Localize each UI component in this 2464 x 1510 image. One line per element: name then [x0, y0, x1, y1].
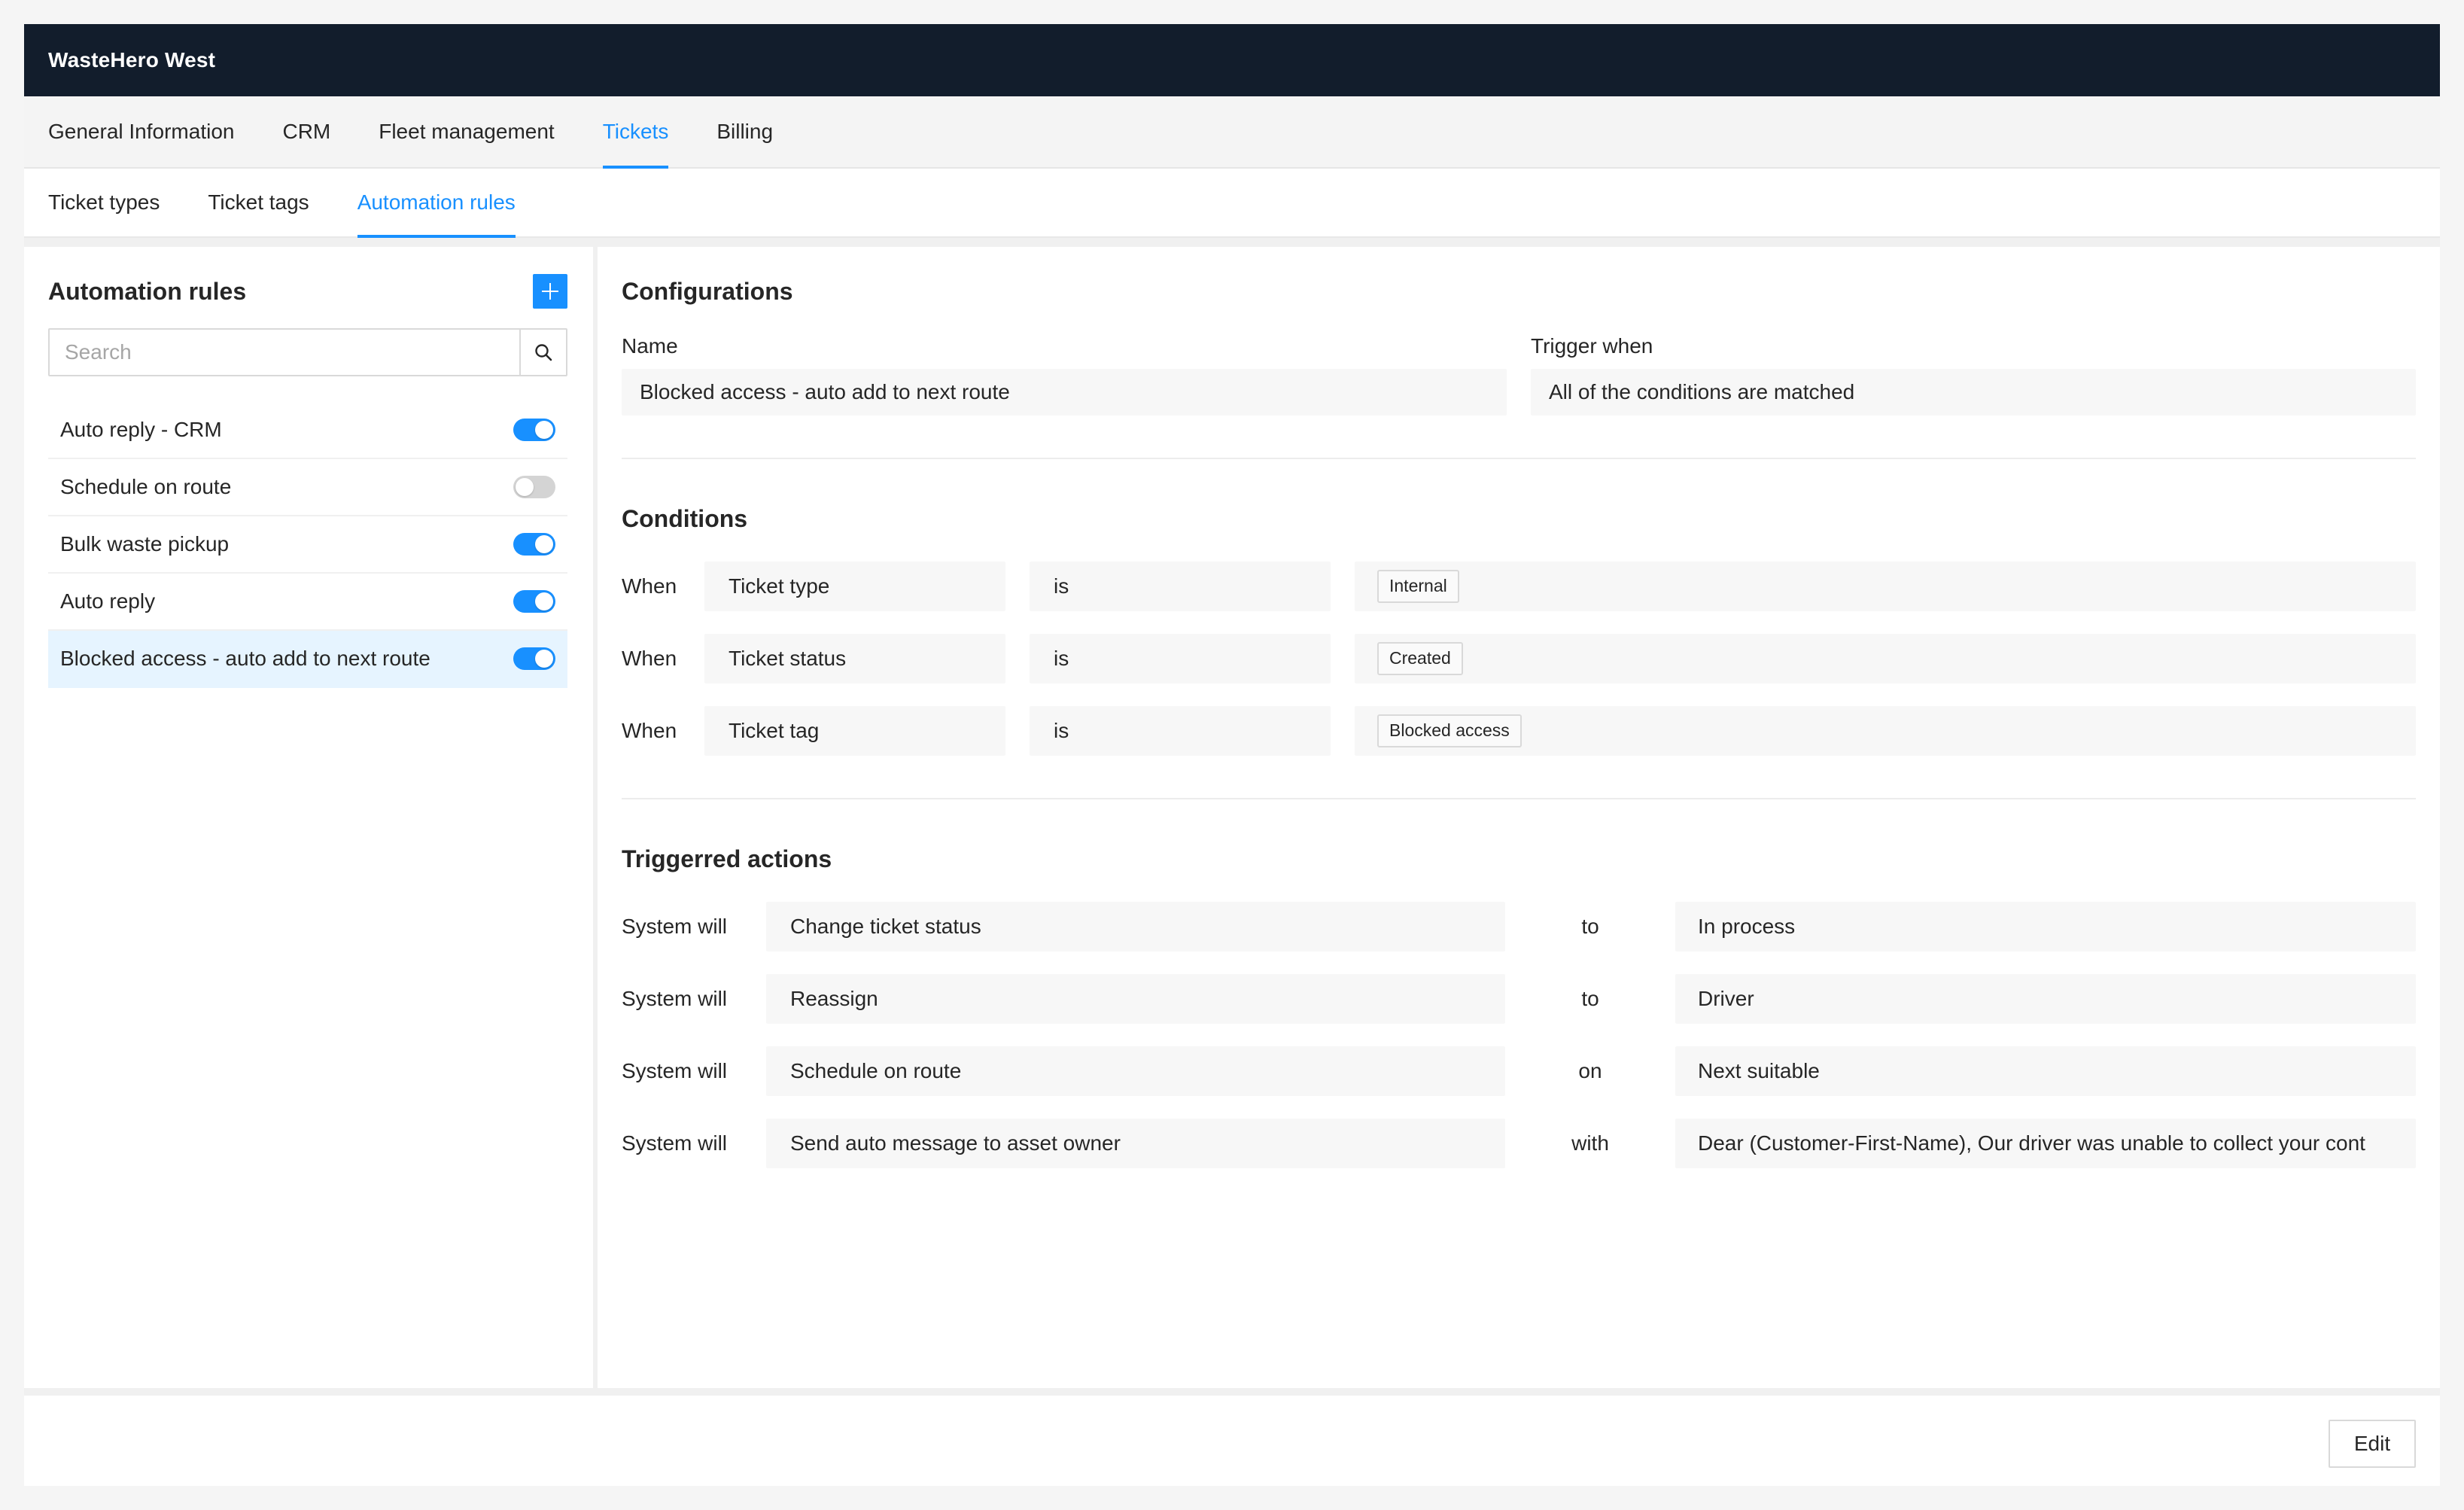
- condition-tag: Internal: [1377, 570, 1459, 603]
- sidebar-title: Automation rules: [48, 277, 247, 305]
- sidebar-header: Automation rules: [48, 271, 567, 312]
- tab-tickets[interactable]: Tickets: [602, 96, 668, 169]
- condition-when: When: [622, 719, 677, 742]
- rule-toggle[interactable]: [513, 419, 555, 441]
- toggle-knob: [516, 478, 534, 496]
- condition-tag: Created: [1377, 642, 1463, 675]
- action-field: Schedule on route: [766, 1046, 1505, 1096]
- toggle-knob: [535, 592, 553, 610]
- action-value: Driver: [1675, 974, 2416, 1024]
- conditions-section: Conditions When Ticket type is Internal …: [622, 498, 2416, 756]
- action-row: System will Change ticket status to In p…: [622, 902, 2416, 951]
- name-label: Name: [622, 334, 678, 358]
- trigger-label: Trigger when: [1531, 334, 1653, 358]
- action-value: Dear (Customer-First-Name), Our driver w…: [1675, 1119, 2416, 1168]
- condition-value: Internal: [1355, 562, 2416, 611]
- condition-field: Ticket type: [704, 562, 1005, 611]
- configurations-grid: Name Blocked access - auto add to next r…: [622, 334, 2416, 416]
- edit-button[interactable]: Edit: [2329, 1420, 2416, 1468]
- add-rule-button[interactable]: [533, 274, 567, 309]
- configurations-title: Configurations: [622, 277, 793, 305]
- footer-bar: Edit: [24, 1391, 2440, 1486]
- name-value: Blocked access - auto add to next route: [622, 369, 1507, 416]
- action-preposition: to: [1581, 987, 1599, 1010]
- sub-tabs: Ticket types Ticket tags Automation rule…: [24, 169, 2440, 238]
- tab-crm[interactable]: CRM: [282, 96, 330, 167]
- app-frame: WasteHero West General Information CRM F…: [24, 24, 2440, 1486]
- rule-toggle[interactable]: [513, 533, 555, 556]
- action-preposition: with: [1571, 1131, 1609, 1155]
- condition-row: When Ticket type is Internal: [622, 562, 2416, 611]
- plus-icon: [542, 283, 558, 300]
- action-row: System will Send auto message to asset o…: [622, 1119, 2416, 1168]
- action-label: System will: [622, 915, 728, 938]
- rule-label: Bulk waste pickup: [60, 532, 230, 556]
- actions-section: Triggerred actions System will Change ti…: [622, 839, 2416, 1168]
- condition-operator: is: [1030, 706, 1331, 756]
- name-field-group: Name Blocked access - auto add to next r…: [622, 334, 1507, 416]
- action-field: Send auto message to asset owner: [766, 1119, 1505, 1168]
- divider: [622, 798, 2416, 799]
- rules-sidebar: Automation rules Search Auto reply - CRM…: [24, 247, 598, 1388]
- condition-when: When: [622, 574, 677, 598]
- condition-operator: is: [1030, 562, 1331, 611]
- rule-list: Auto reply - CRM Schedule on route Bulk …: [48, 402, 567, 688]
- rule-toggle[interactable]: [513, 590, 555, 613]
- rule-label: Auto reply: [60, 589, 156, 613]
- tab-fleet-management[interactable]: Fleet management: [379, 96, 554, 167]
- rule-item-selected[interactable]: Blocked access - auto add to next route: [48, 631, 567, 688]
- rule-label: Auto reply - CRM: [60, 418, 222, 441]
- condition-field: Ticket status: [704, 634, 1005, 683]
- condition-operator: is: [1030, 634, 1331, 683]
- rule-label: Schedule on route: [60, 475, 232, 498]
- rule-item[interactable]: Auto reply: [48, 574, 567, 631]
- action-preposition: to: [1581, 915, 1599, 938]
- action-row: System will Schedule on route on Next su…: [622, 1046, 2416, 1096]
- condition-row: When Ticket status is Created: [622, 634, 2416, 683]
- action-label: System will: [622, 1059, 728, 1082]
- search-input[interactable]: [50, 330, 519, 375]
- rule-toggle[interactable]: [513, 476, 555, 498]
- search-box: [48, 328, 567, 376]
- action-value: Next suitable: [1675, 1046, 2416, 1096]
- top-bar: WasteHero West: [24, 24, 2440, 96]
- rule-item[interactable]: Bulk waste pickup: [48, 516, 567, 574]
- tab-billing[interactable]: Billing: [716, 96, 773, 167]
- app-title: WasteHero West: [48, 48, 216, 72]
- subtab-ticket-types[interactable]: Ticket types: [48, 169, 160, 236]
- tab-general-information[interactable]: General Information: [48, 96, 234, 167]
- condition-value: Blocked access: [1355, 706, 2416, 756]
- trigger-value: All of the conditions are matched: [1531, 369, 2416, 416]
- trigger-field-group: Trigger when All of the conditions are m…: [1531, 334, 2416, 416]
- conditions-title: Conditions: [622, 504, 748, 532]
- subtab-ticket-tags[interactable]: Ticket tags: [208, 169, 309, 236]
- toggle-knob: [535, 421, 553, 439]
- action-row: System will Reassign to Driver: [622, 974, 2416, 1024]
- toggle-knob: [535, 650, 553, 668]
- condition-row: When Ticket tag is Blocked access: [622, 706, 2416, 756]
- subtab-automation-rules[interactable]: Automation rules: [357, 169, 516, 238]
- action-label: System will: [622, 987, 728, 1010]
- main-tabs: General Information CRM Fleet management…: [24, 96, 2440, 169]
- rule-label: Blocked access - auto add to next route: [60, 647, 430, 670]
- content-area: Automation rules Search Auto reply - CRM…: [24, 247, 2440, 1391]
- rule-item[interactable]: Schedule on route: [48, 459, 567, 516]
- action-field: Reassign: [766, 974, 1505, 1024]
- rule-detail-panel: Configurations Name Blocked access - aut…: [598, 247, 2440, 1388]
- condition-field: Ticket tag: [704, 706, 1005, 756]
- condition-value: Created: [1355, 634, 2416, 683]
- action-preposition: on: [1578, 1059, 1602, 1082]
- rule-item[interactable]: Auto reply - CRM: [48, 402, 567, 459]
- action-label: System will: [622, 1131, 728, 1155]
- condition-tag: Blocked access: [1377, 714, 1522, 747]
- action-field: Change ticket status: [766, 902, 1505, 951]
- toggle-knob: [535, 535, 553, 553]
- search-icon: [535, 344, 552, 361]
- actions-title: Triggerred actions: [622, 845, 832, 872]
- divider: [622, 458, 2416, 459]
- action-value: In process: [1675, 902, 2416, 951]
- condition-when: When: [622, 647, 677, 670]
- search-button[interactable]: [519, 330, 566, 375]
- rule-toggle[interactable]: [513, 647, 555, 670]
